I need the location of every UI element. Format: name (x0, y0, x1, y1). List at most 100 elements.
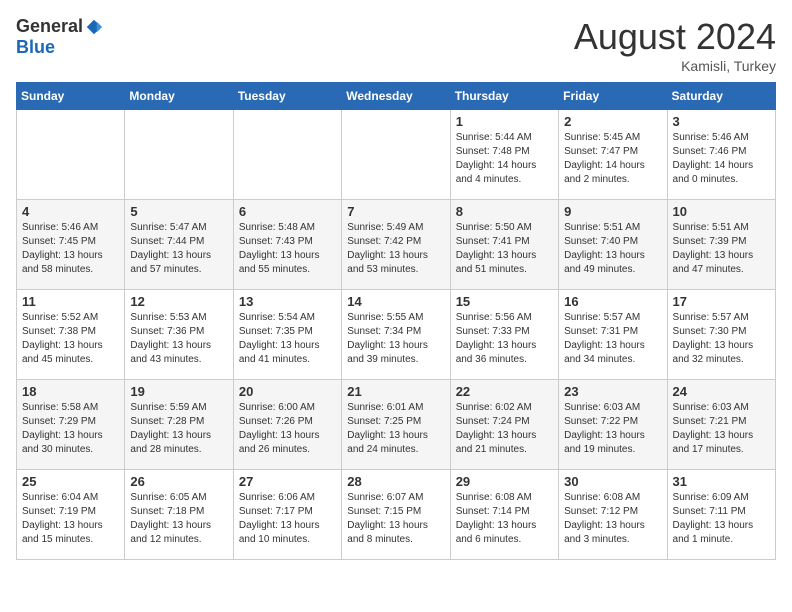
day-number: 8 (456, 204, 553, 219)
page-header: General Blue August 2024 Kamisli, Turkey (16, 16, 776, 74)
day-info: Sunrise: 6:08 AM Sunset: 7:14 PM Dayligh… (456, 491, 553, 547)
day-info: Sunrise: 5:46 AM Sunset: 7:45 PM Dayligh… (22, 221, 119, 277)
day-number: 3 (673, 114, 770, 129)
day-info: Sunrise: 5:44 AM Sunset: 7:48 PM Dayligh… (456, 131, 553, 187)
calendar-cell: 22 Sunrise: 6:02 AM Sunset: 7:24 PM Dayli… (450, 380, 558, 470)
calendar-cell: 28Sunrise: 6:07 AM Sunset: 7:15 PM Dayli… (342, 470, 450, 560)
day-info: Sunrise: 5:58 AM Sunset: 7:29 PM Dayligh… (22, 401, 119, 457)
calendar-table: SundayMondayTuesdayWednesdayThursdayFrid… (16, 82, 776, 560)
day-number: 31 (673, 474, 770, 489)
calendar-cell: 3 Sunrise: 5:46 AM Sunset: 7:46 PM Daylig… (667, 110, 775, 200)
calendar-cell: 24Sunrise: 6:03 AM Sunset: 7:21 PM Dayli… (667, 380, 775, 470)
calendar-cell: 4 Sunrise: 5:46 AM Sunset: 7:45 PM Daylig… (17, 200, 125, 290)
day-number: 21 (347, 384, 444, 399)
logo: General Blue (16, 16, 103, 58)
day-number: 14 (347, 294, 444, 309)
day-number: 9 (564, 204, 661, 219)
calendar-cell: 5Sunrise: 5:47 AM Sunset: 7:44 PM Daylig… (125, 200, 233, 290)
calendar-cell: 6Sunrise: 5:48 AM Sunset: 7:43 PM Daylig… (233, 200, 341, 290)
day-number: 23 (564, 384, 661, 399)
calendar-week-2: 4 Sunrise: 5:46 AM Sunset: 7:45 PM Daylig… (17, 200, 776, 290)
day-number: 26 (130, 474, 227, 489)
day-number: 22 (456, 384, 553, 399)
day-number: 4 (22, 204, 119, 219)
calendar-cell: 8 Sunrise: 5:50 AM Sunset: 7:41 PM Daylig… (450, 200, 558, 290)
logo-icon (85, 18, 103, 36)
calendar-cell (17, 110, 125, 200)
calendar-cell: 16Sunrise: 5:57 AM Sunset: 7:31 PM Dayli… (559, 290, 667, 380)
day-info: Sunrise: 5:54 AM Sunset: 7:35 PM Dayligh… (239, 311, 336, 367)
calendar-cell (233, 110, 341, 200)
day-number: 11 (22, 294, 119, 309)
day-info: Sunrise: 5:50 AM Sunset: 7:41 PM Dayligh… (456, 221, 553, 277)
calendar-cell: 10 Sunrise: 5:51 AM Sunset: 7:39 PM Dayli… (667, 200, 775, 290)
day-info: Sunrise: 5:55 AM Sunset: 7:34 PM Dayligh… (347, 311, 444, 367)
day-number: 5 (130, 204, 227, 219)
day-number: 1 (456, 114, 553, 129)
calendar-cell (342, 110, 450, 200)
day-number: 24 (673, 384, 770, 399)
day-info: Sunrise: 6:06 AM Sunset: 7:17 PM Dayligh… (239, 491, 336, 547)
day-number: 18 (22, 384, 119, 399)
day-number: 2 (564, 114, 661, 129)
calendar-week-1: 1 Sunrise: 5:44 AM Sunset: 7:48 PM Daylig… (17, 110, 776, 200)
month-title: August 2024 (574, 16, 776, 58)
calendar-cell: 14 Sunrise: 5:55 AM Sunset: 7:34 PM Dayli… (342, 290, 450, 380)
day-number: 25 (22, 474, 119, 489)
calendar-cell: 7Sunrise: 5:49 AM Sunset: 7:42 PM Daylig… (342, 200, 450, 290)
calendar-cell: 21 Sunrise: 6:01 AM Sunset: 7:25 PM Dayli… (342, 380, 450, 470)
calendar-cell: 20Sunrise: 6:00 AM Sunset: 7:26 PM Dayli… (233, 380, 341, 470)
day-number: 29 (456, 474, 553, 489)
logo-general-text: General (16, 16, 83, 37)
day-info: Sunrise: 6:01 AM Sunset: 7:25 PM Dayligh… (347, 401, 444, 457)
calendar-cell: 30Sunrise: 6:08 AM Sunset: 7:12 PM Dayli… (559, 470, 667, 560)
day-info: Sunrise: 6:05 AM Sunset: 7:18 PM Dayligh… (130, 491, 227, 547)
calendar-cell: 29 Sunrise: 6:08 AM Sunset: 7:14 PM Dayli… (450, 470, 558, 560)
day-number: 7 (347, 204, 444, 219)
day-info: Sunrise: 6:04 AM Sunset: 7:19 PM Dayligh… (22, 491, 119, 547)
calendar-cell: 26 Sunrise: 6:05 AM Sunset: 7:18 PM Dayli… (125, 470, 233, 560)
day-info: Sunrise: 6:03 AM Sunset: 7:22 PM Dayligh… (564, 401, 661, 457)
day-info: Sunrise: 5:59 AM Sunset: 7:28 PM Dayligh… (130, 401, 227, 457)
logo-blue-text: Blue (16, 37, 55, 58)
day-number: 27 (239, 474, 336, 489)
calendar-cell: 15Sunrise: 5:56 AM Sunset: 7:33 PM Dayli… (450, 290, 558, 380)
calendar-week-3: 11Sunrise: 5:52 AM Sunset: 7:38 PM Dayli… (17, 290, 776, 380)
day-info: Sunrise: 5:46 AM Sunset: 7:46 PM Dayligh… (673, 131, 770, 187)
day-number: 15 (456, 294, 553, 309)
weekday-header-wednesday: Wednesday (342, 83, 450, 110)
calendar-cell: 27 Sunrise: 6:06 AM Sunset: 7:17 PM Dayli… (233, 470, 341, 560)
calendar-week-4: 18 Sunrise: 5:58 AM Sunset: 7:29 PM Dayli… (17, 380, 776, 470)
day-info: Sunrise: 5:53 AM Sunset: 7:36 PM Dayligh… (130, 311, 227, 367)
weekday-header-friday: Friday (559, 83, 667, 110)
day-number: 6 (239, 204, 336, 219)
calendar-cell: 11Sunrise: 5:52 AM Sunset: 7:38 PM Dayli… (17, 290, 125, 380)
day-info: Sunrise: 6:02 AM Sunset: 7:24 PM Dayligh… (456, 401, 553, 457)
calendar-cell: 18 Sunrise: 5:58 AM Sunset: 7:29 PM Dayli… (17, 380, 125, 470)
calendar-cell: 23 Sunrise: 6:03 AM Sunset: 7:22 PM Dayli… (559, 380, 667, 470)
weekday-header-monday: Monday (125, 83, 233, 110)
calendar-cell: 19 Sunrise: 5:59 AM Sunset: 7:28 PM Dayli… (125, 380, 233, 470)
location-subtitle: Kamisli, Turkey (574, 58, 776, 74)
calendar-week-5: 25 Sunrise: 6:04 AM Sunset: 7:19 PM Dayli… (17, 470, 776, 560)
calendar-cell (125, 110, 233, 200)
calendar-cell: 1 Sunrise: 5:44 AM Sunset: 7:48 PM Daylig… (450, 110, 558, 200)
day-info: Sunrise: 5:57 AM Sunset: 7:31 PM Dayligh… (564, 311, 661, 367)
calendar-cell: 31Sunrise: 6:09 AM Sunset: 7:11 PM Dayli… (667, 470, 775, 560)
calendar-cell: 12Sunrise: 5:53 AM Sunset: 7:36 PM Dayli… (125, 290, 233, 380)
weekday-header-thursday: Thursday (450, 83, 558, 110)
day-number: 19 (130, 384, 227, 399)
day-info: Sunrise: 6:00 AM Sunset: 7:26 PM Dayligh… (239, 401, 336, 457)
title-block: August 2024 Kamisli, Turkey (574, 16, 776, 74)
calendar-cell: 25 Sunrise: 6:04 AM Sunset: 7:19 PM Dayli… (17, 470, 125, 560)
weekday-header-tuesday: Tuesday (233, 83, 341, 110)
day-info: Sunrise: 5:51 AM Sunset: 7:40 PM Dayligh… (564, 221, 661, 277)
calendar-cell: 17Sunrise: 5:57 AM Sunset: 7:30 PM Dayli… (667, 290, 775, 380)
day-info: Sunrise: 5:51 AM Sunset: 7:39 PM Dayligh… (673, 221, 770, 277)
day-number: 10 (673, 204, 770, 219)
day-info: Sunrise: 5:45 AM Sunset: 7:47 PM Dayligh… (564, 131, 661, 187)
weekday-header-saturday: Saturday (667, 83, 775, 110)
day-number: 30 (564, 474, 661, 489)
calendar-cell: 9 Sunrise: 5:51 AM Sunset: 7:40 PM Daylig… (559, 200, 667, 290)
weekday-header-sunday: Sunday (17, 83, 125, 110)
